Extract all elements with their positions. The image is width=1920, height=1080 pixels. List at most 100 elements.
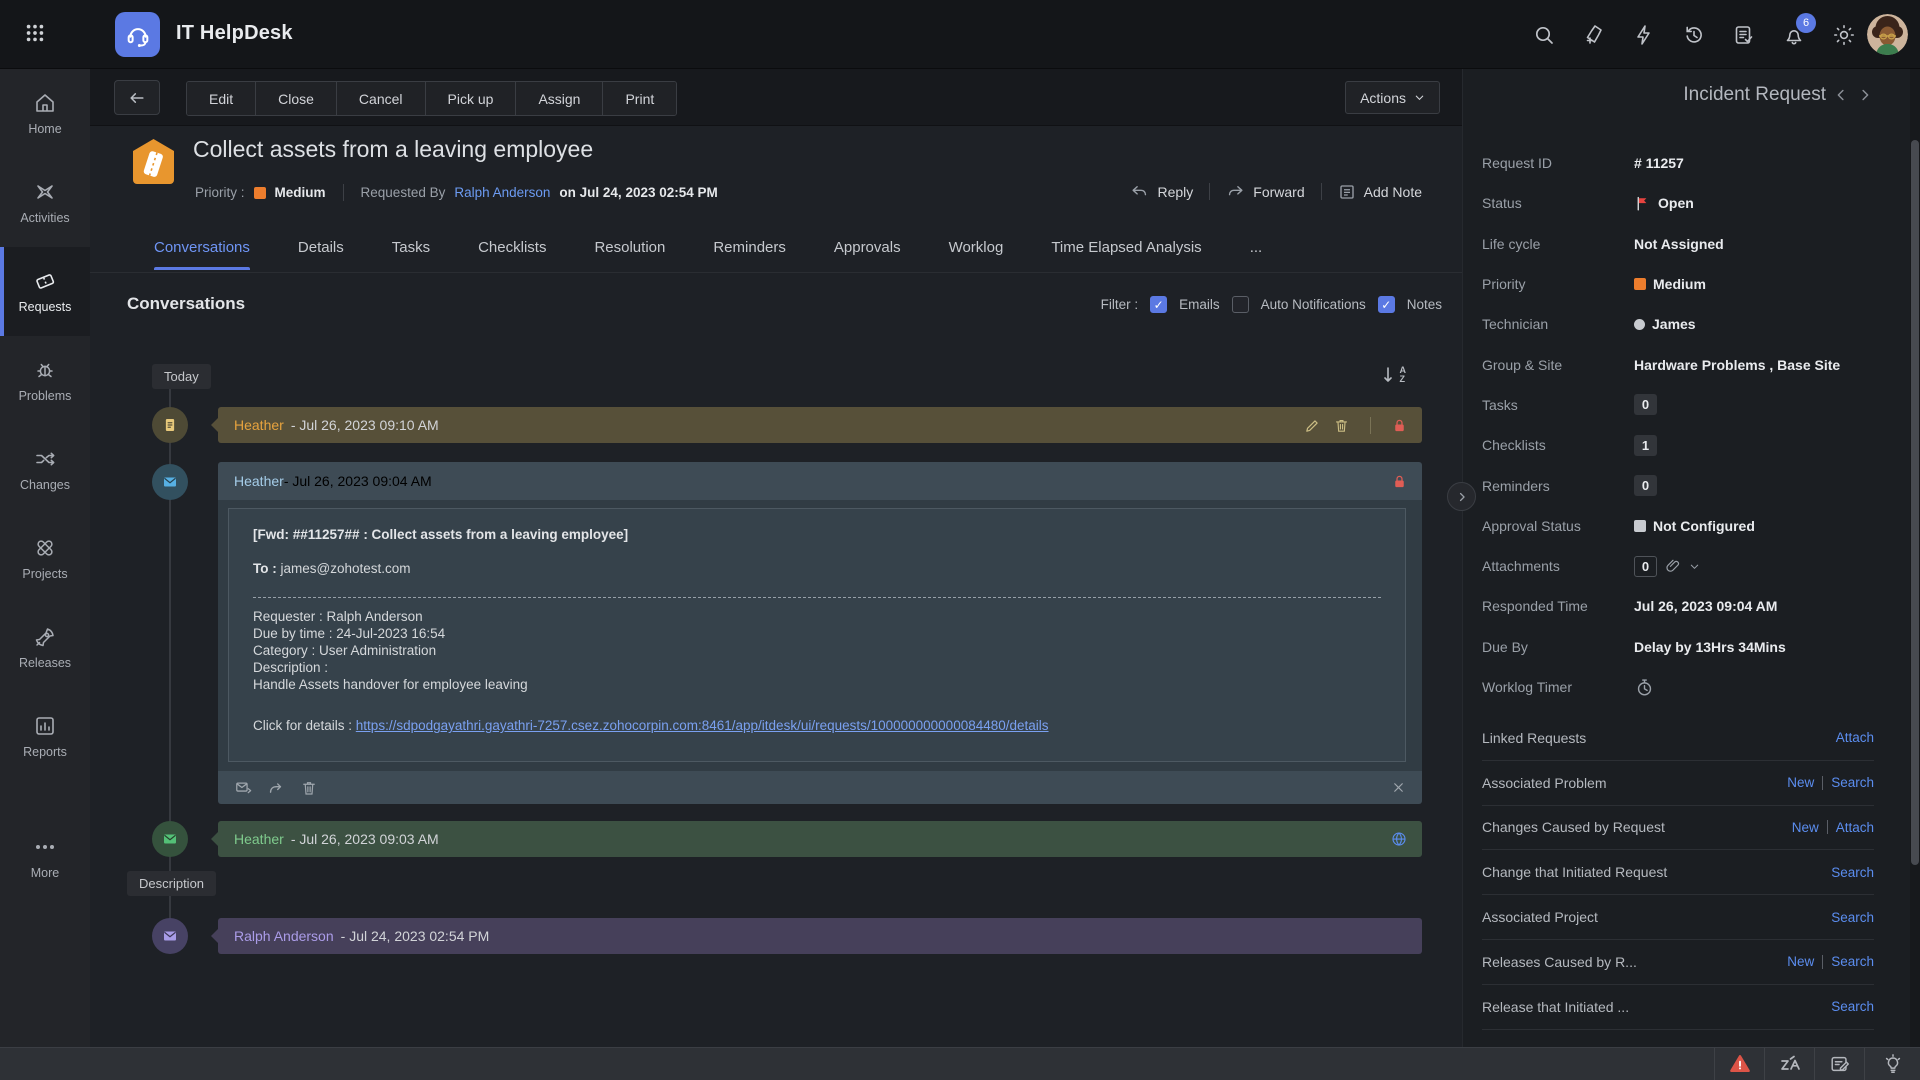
search-icon[interactable]	[1532, 23, 1556, 47]
linked-label: Associated Project	[1482, 909, 1598, 925]
email-header[interactable]: Heather - Jul 26, 2023 09:04 AM	[218, 462, 1422, 500]
feedback-edit-icon[interactable]	[1814, 1048, 1864, 1080]
conversation-description-row[interactable]: Ralph Anderson - Jul 24, 2023 02:54 PM	[218, 918, 1422, 954]
tab-worklog[interactable]: Worklog	[949, 224, 1004, 270]
conversation-note-row[interactable]: Heather - Jul 26, 2023 09:10 AM	[218, 407, 1422, 443]
sidebar-item-reports[interactable]: Reports	[0, 692, 90, 781]
delete-trash-icon[interactable]	[1333, 417, 1350, 434]
responded-time-row: Responded Time Jul 26, 2023 09:04 AM	[1482, 586, 1874, 626]
print-button[interactable]: Print	[603, 82, 676, 115]
priority-panel-value[interactable]: Medium	[1634, 276, 1706, 292]
edit-pencil-icon[interactable]	[1304, 417, 1321, 434]
notifications-bell-icon[interactable]: 6	[1782, 23, 1806, 47]
request-detail-area: Collect assets from a leaving employee P…	[90, 126, 1462, 1047]
divider	[1822, 776, 1823, 790]
sidebar-item-releases[interactable]: Releases	[0, 603, 90, 692]
search-link[interactable]: Search	[1831, 775, 1874, 790]
globe-icon[interactable]	[1390, 830, 1408, 848]
sent-author[interactable]: Heather	[234, 831, 284, 847]
lightning-icon[interactable]	[1632, 23, 1656, 47]
tab-time-elapsed[interactable]: Time Elapsed Analysis	[1051, 224, 1201, 270]
sidebar-item-requests[interactable]: Requests	[0, 247, 90, 336]
tab-approvals[interactable]: Approvals	[834, 224, 901, 270]
note-author[interactable]: Heather	[234, 417, 284, 433]
tab-more[interactable]: ...	[1250, 224, 1263, 270]
email-author[interactable]: Heather	[234, 473, 284, 489]
tab-checklists[interactable]: Checklists	[478, 224, 546, 270]
panel-collapse-button[interactable]	[1447, 482, 1476, 511]
attach-link[interactable]: Attach	[1836, 730, 1874, 745]
delete-trash-icon[interactable]	[300, 779, 318, 797]
sidebar-item-label: Home	[28, 122, 61, 136]
reply-mail-icon[interactable]	[234, 778, 253, 797]
add-note-button[interactable]: Add Note	[1338, 183, 1422, 201]
request-details-link[interactable]: https://sdpodgayathri.gayathri-7257.csez…	[356, 718, 1049, 733]
search-link[interactable]: Search	[1831, 865, 1874, 880]
tab-reminders[interactable]: Reminders	[713, 224, 786, 270]
chevron-down-icon[interactable]	[1689, 561, 1700, 572]
new-link[interactable]: New	[1792, 820, 1819, 835]
history-icon[interactable]	[1682, 23, 1706, 47]
cancel-button[interactable]: Cancel	[337, 82, 426, 115]
search-link[interactable]: Search	[1831, 999, 1874, 1014]
pickup-button[interactable]: Pick up	[426, 82, 517, 115]
sidebar-item-changes[interactable]: Changes	[0, 425, 90, 514]
tab-tasks[interactable]: Tasks	[392, 224, 430, 270]
page-scrollbar[interactable]	[1910, 69, 1920, 1047]
forward-arrow-icon[interactable]	[267, 778, 286, 797]
search-link[interactable]: Search	[1831, 954, 1874, 969]
tasks-count-badge[interactable]: 0	[1634, 394, 1657, 415]
approvals-note-icon[interactable]	[1732, 23, 1756, 47]
next-request-icon[interactable]	[1856, 86, 1874, 104]
scrollbar-thumb[interactable]	[1911, 140, 1919, 865]
sidebar-item-activities[interactable]: Activities	[0, 158, 90, 247]
status-value[interactable]: Open	[1634, 195, 1694, 212]
user-avatar[interactable]	[1867, 14, 1908, 55]
sidebar-item-problems[interactable]: Problems	[0, 336, 90, 425]
home-icon	[33, 91, 57, 115]
zia-assistant-icon[interactable]	[1764, 1048, 1814, 1080]
tab-resolution[interactable]: Resolution	[594, 224, 665, 270]
actions-dropdown[interactable]: Actions	[1345, 81, 1440, 114]
lock-icon[interactable]	[1391, 473, 1408, 490]
release-initiated-row: Release that Initiated ... Search	[1482, 985, 1874, 1030]
tab-conversations[interactable]: Conversations	[154, 224, 250, 270]
new-link[interactable]: New	[1787, 954, 1814, 969]
technician-value[interactable]: James	[1634, 316, 1696, 332]
sort-icon[interactable]: AZ	[1383, 366, 1407, 384]
forward-button[interactable]: Forward	[1226, 182, 1304, 201]
conversation-sent-row[interactable]: Heather - Jul 26, 2023 09:03 AM	[218, 821, 1422, 857]
description-author[interactable]: Ralph Anderson	[234, 928, 334, 944]
edit-button[interactable]: Edit	[187, 82, 256, 115]
attach-link[interactable]: Attach	[1836, 820, 1874, 835]
emails-checkbox[interactable]	[1150, 296, 1167, 313]
reminders-count-badge[interactable]: 0	[1634, 475, 1657, 496]
sidebar-item-projects[interactable]: Projects	[0, 514, 90, 603]
checklists-count-badge[interactable]: 1	[1634, 435, 1657, 456]
attachments-count-badge[interactable]: 0	[1634, 556, 1657, 577]
search-link[interactable]: Search	[1831, 910, 1874, 925]
apps-grid-icon[interactable]	[24, 22, 46, 44]
sidebar-item-home[interactable]: Home	[0, 69, 90, 158]
theme-bulb-icon[interactable]	[1864, 1048, 1920, 1080]
close-button[interactable]: Close	[256, 82, 337, 115]
alerts-warning-icon[interactable]	[1714, 1048, 1764, 1080]
sidebar-item-more[interactable]: More	[0, 813, 90, 902]
paperclip-icon[interactable]	[1664, 557, 1682, 575]
lock-icon[interactable]	[1391, 417, 1408, 434]
add-request-icon[interactable]	[1582, 23, 1606, 47]
new-link[interactable]: New	[1787, 775, 1814, 790]
back-button[interactable]	[114, 80, 160, 115]
tab-details[interactable]: Details	[298, 224, 344, 270]
settings-gear-icon[interactable]	[1832, 23, 1856, 47]
reply-button[interactable]: Reply	[1130, 182, 1193, 201]
assign-button[interactable]: Assign	[516, 82, 603, 115]
requester-link[interactable]: Ralph Anderson	[454, 185, 550, 200]
stopwatch-icon[interactable]	[1634, 677, 1655, 698]
notes-checkbox[interactable]	[1378, 296, 1395, 313]
previous-request-icon[interactable]	[1832, 86, 1850, 104]
helpdesk-logo-icon[interactable]	[115, 12, 160, 57]
priority-value[interactable]: Medium	[275, 185, 326, 200]
auto-notifications-checkbox[interactable]	[1232, 296, 1249, 313]
close-icon[interactable]	[1391, 780, 1406, 795]
